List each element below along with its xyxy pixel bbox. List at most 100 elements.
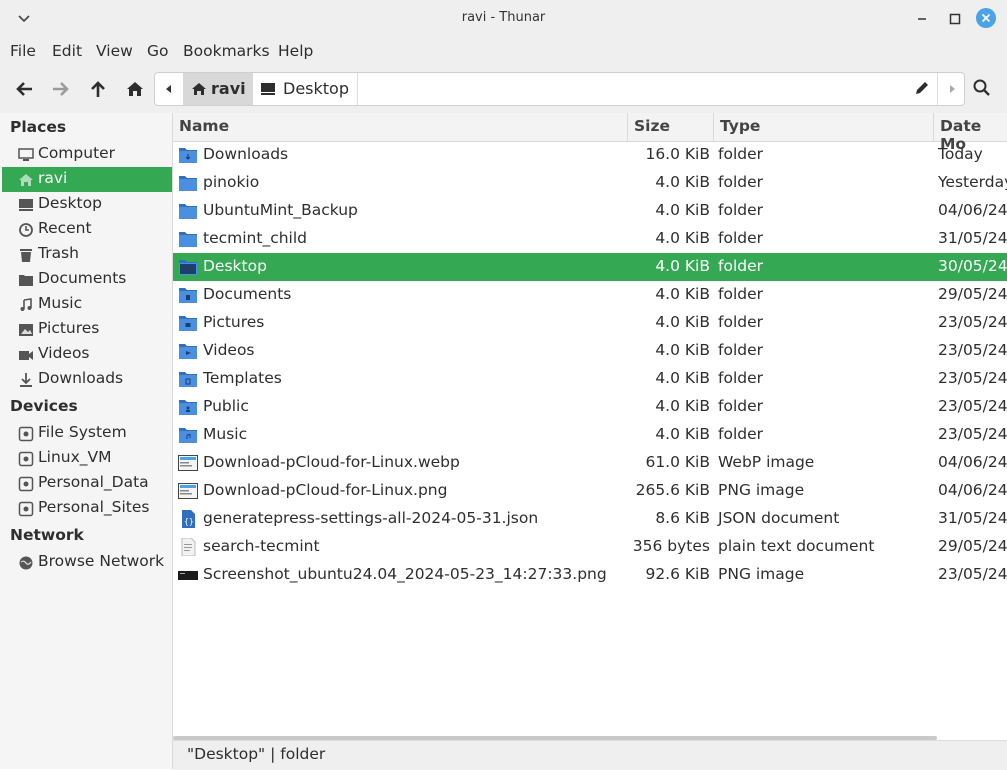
menu-help[interactable]: Help (278, 42, 313, 60)
file-name: Download-pCloud-for-Linux.webp (203, 453, 460, 471)
maximize-icon[interactable] (945, 9, 965, 29)
title-bar: ravi - Thunar (0, 0, 1007, 38)
sidebar-item-ravi[interactable]: ravi (2, 167, 172, 192)
sidebar-item-downloads[interactable]: Downloads (2, 367, 172, 392)
close-icon[interactable] (976, 8, 996, 28)
window-title: ravi - Thunar (461, 10, 546, 25)
file-date: 23/05/24 (938, 313, 1007, 331)
file-date: Today (938, 145, 983, 163)
sidebar-item-desktop[interactable]: Desktop (2, 192, 172, 217)
file-date: 31/05/24 (938, 229, 1007, 247)
file-size: 4.0 KiB (655, 313, 710, 331)
table-row[interactable]: Music 4.0 KiB folder 23/05/24 (173, 421, 1007, 449)
column-date[interactable]: Date Mo (934, 113, 1007, 153)
status-text: "Desktop" | folder (187, 745, 326, 763)
file-type: folder (718, 173, 763, 191)
sidebar-item-label: ravi (38, 169, 68, 187)
table-row[interactable]: Screenshot_ubuntu24.04_2024-05-23_14:27:… (173, 561, 1007, 589)
search-icon[interactable] (972, 78, 992, 98)
file-name: pinokio (203, 173, 260, 191)
drive-icon (18, 451, 34, 467)
column-size-label: Size (634, 117, 671, 135)
pencil-icon[interactable] (913, 79, 931, 97)
table-row[interactable]: Public 4.0 KiB folder 23/05/24 (173, 393, 1007, 421)
file-date: 04/06/24 (938, 453, 1007, 471)
table-row[interactable]: Download-pCloud-for-Linux.webp 61.0 KiB We… (173, 449, 1007, 477)
file-date: 23/05/24 (938, 425, 1007, 443)
home-icon[interactable] (124, 78, 146, 100)
table-row[interactable]: UbuntuMint_Backup 4.0 KiB folder 04/06/24 (173, 197, 1007, 225)
sidebar-item-label: Videos (38, 344, 90, 362)
file-type: plain text document (718, 537, 875, 555)
table-row[interactable]: Download-pCloud-for-Linux.png 265.6 KiB PN… (173, 477, 1007, 505)
clock-icon (19, 223, 33, 237)
menu-view[interactable]: View (96, 42, 133, 60)
file-type: WebP image (718, 453, 815, 471)
folder-desktop-icon (178, 258, 198, 276)
table-row[interactable]: Desktop 4.0 KiB folder 30/05/24 (173, 253, 1007, 281)
sidebar-item-trash[interactable]: Trash (2, 242, 172, 267)
file-size: 61.0 KiB (645, 453, 710, 471)
table-row[interactable]: Documents 4.0 KiB folder 29/05/24 (173, 281, 1007, 309)
sidebar-item-personal-data[interactable]: Personal_Data (2, 471, 172, 496)
file-size: 4.0 KiB (655, 369, 710, 387)
sidebar-item-file-system[interactable]: File System (2, 421, 172, 446)
file-type: folder (718, 145, 763, 163)
file-name: generatepress-settings-all-2024-05-31.js… (203, 509, 539, 527)
table-row[interactable]: Pictures 4.0 KiB folder 23/05/24 (173, 309, 1007, 337)
arrow-right-icon[interactable] (50, 78, 72, 100)
sidebar-item-music[interactable]: Music (2, 292, 172, 317)
menu-file[interactable]: File (10, 42, 36, 60)
file-type: folder (718, 313, 763, 331)
arrow-left-icon[interactable] (13, 78, 35, 100)
breadcrumb-desktop-label: Desktop (283, 79, 349, 98)
table-row[interactable]: {} generatepress-settings-all-2024-05-31.… (173, 505, 1007, 533)
table-row[interactable]: Videos 4.0 KiB folder 23/05/24 (173, 337, 1007, 365)
menu-go[interactable]: Go (147, 42, 169, 60)
column-size[interactable]: Size (628, 113, 714, 141)
column-name[interactable]: Name (173, 113, 628, 141)
path-scroll-left[interactable] (155, 73, 184, 105)
places-heading: Places (10, 118, 67, 136)
breadcrumb-home[interactable]: ravi (183, 73, 253, 105)
table-row[interactable]: tecmint_child 4.0 KiB folder 31/05/24 (173, 225, 1007, 253)
menu-edit[interactable]: Edit (52, 42, 82, 60)
table-row[interactable]: pinokio 4.0 KiB folder Yesterday (173, 169, 1007, 197)
file-date: 30/05/24 (938, 257, 1007, 275)
sidebar-item-computer[interactable]: Computer (2, 142, 172, 167)
path-scroll-right[interactable] (937, 73, 966, 105)
table-row[interactable]: search-tecmint 356 bytes plain text docume… (173, 533, 1007, 561)
home-icon (19, 174, 33, 186)
folder-videos-icon (178, 342, 198, 360)
trash-icon (20, 249, 32, 262)
file-type: folder (718, 201, 763, 219)
column-type-label: Type (720, 117, 761, 135)
sidebar-item-documents[interactable]: Documents (2, 267, 172, 292)
arrow-up-icon[interactable] (87, 78, 109, 100)
file-name: search-tecmint (203, 537, 320, 555)
sidebar-item-label: Documents (38, 269, 127, 287)
sidebar-item-linux-vm[interactable]: Linux_VM (2, 446, 172, 471)
minimize-icon[interactable] (912, 9, 932, 29)
file-type: folder (718, 397, 763, 415)
sidebar-item-recent[interactable]: Recent (2, 217, 172, 242)
file-size: 4.0 KiB (655, 285, 710, 303)
sidebar-item-personal-sites[interactable]: Personal_Sites (2, 496, 172, 521)
file-date: 31/05/24 (938, 509, 1007, 527)
sidebar-item-pictures[interactable]: Pictures (2, 317, 172, 342)
table-row[interactable]: Downloads 16.0 KiB folder Today (173, 141, 1007, 169)
breadcrumb-desktop[interactable]: Desktop (253, 73, 358, 105)
column-type[interactable]: Type (714, 113, 934, 141)
horizontal-scrollbar[interactable] (173, 736, 937, 740)
file-size: 356 bytes (632, 537, 710, 555)
file-name: Templates (203, 369, 282, 387)
sidebar-item-videos[interactable]: Videos (2, 342, 172, 367)
music-icon (20, 298, 32, 311)
sidebar-item-browse-network[interactable]: Browse Network (2, 550, 172, 575)
menu-bookmarks[interactable]: Bookmarks (183, 42, 270, 60)
folder-icon (178, 174, 198, 192)
table-row[interactable]: Templates 4.0 KiB folder 23/05/24 (173, 365, 1007, 393)
file-name: Public (203, 397, 249, 415)
text-file-icon (178, 537, 198, 557)
file-name: Videos (203, 341, 255, 359)
